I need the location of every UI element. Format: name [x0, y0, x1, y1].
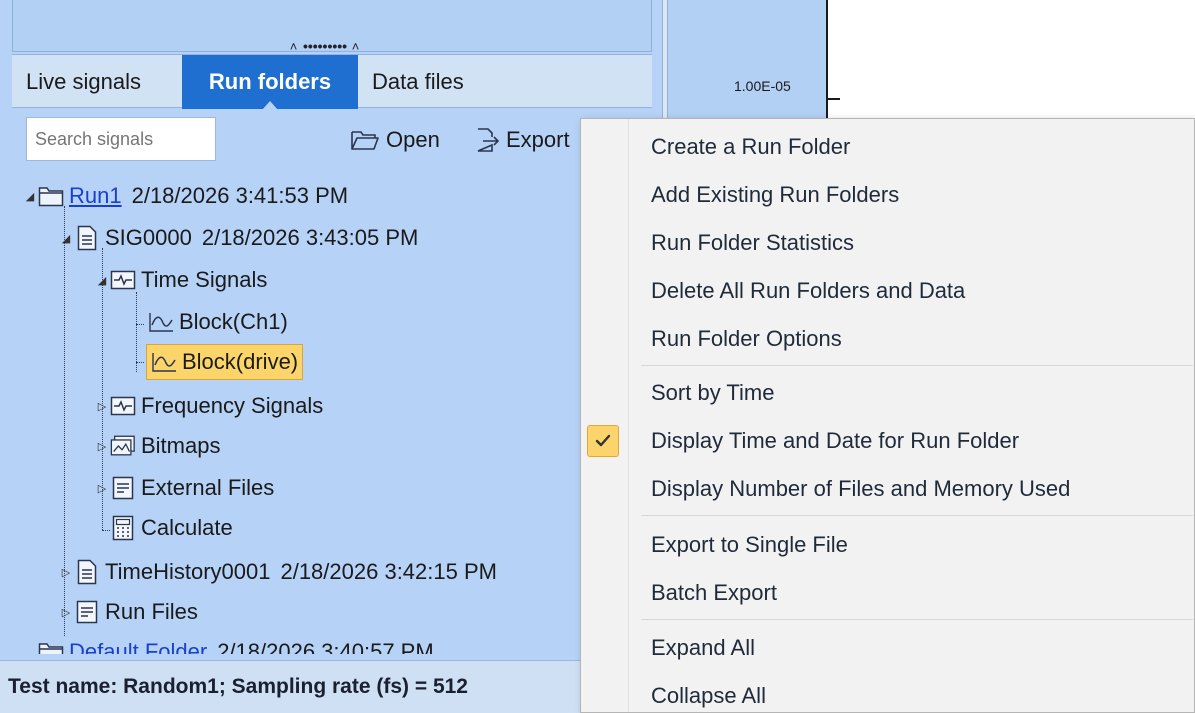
tab-live-signals[interactable]: Live signals [12, 55, 155, 109]
run-folder-tree: ◢ Run1 2/18/2026 3:41:53 PM ◢ SIG0000 2/… [12, 172, 652, 654]
run-folder-name[interactable]: Default Folder [69, 639, 207, 654]
signal-file-name: SIG0000 [105, 225, 192, 250]
export-label: Export [506, 127, 570, 152]
run-folder-timestamp: 2/18/2026 3:40:57 PM [217, 639, 434, 654]
menu-item-display-files-and-memory[interactable]: Display Number of Files and Memory Used [581, 469, 1194, 509]
document-icon [74, 225, 100, 251]
document-icon [74, 559, 100, 585]
tree-expanded-icon[interactable]: ◢ [60, 220, 72, 256]
menu-item-create-run-folder[interactable]: Create a Run Folder [581, 127, 1194, 167]
tab-data-files[interactable]: Data files [358, 55, 478, 109]
menu-item-collapse-all[interactable]: Collapse All [581, 676, 1194, 712]
run-files-label: Run Files [105, 599, 198, 624]
menu-item-label: Display Time and Date for Run Folder [651, 428, 1020, 453]
tree-item-time-signals[interactable]: ◢ Time Signals [96, 262, 268, 298]
signal-file-name: TimeHistory0001 [105, 559, 271, 584]
tree-collapsed-icon[interactable]: ▷ [96, 388, 108, 424]
signal-file-timestamp: 2/18/2026 3:42:15 PM [280, 559, 497, 584]
tree-item-run1[interactable]: ◢ Run1 2/18/2026 3:41:53 PM [24, 178, 348, 214]
menu-separator [641, 365, 1193, 366]
waveform-group-icon [110, 393, 136, 419]
export-file-icon [477, 128, 500, 152]
tree-item-run-files[interactable]: ▷ Run Files [60, 594, 198, 630]
menu-item-display-time-and-date[interactable]: Display Time and Date for Run Folder [581, 421, 1194, 461]
tab-run-folders[interactable]: Run folders [182, 55, 358, 110]
menu-separator [641, 619, 1193, 620]
export-button[interactable]: Export [474, 122, 570, 158]
calculator-icon [110, 515, 136, 541]
menu-item-sort-by-time[interactable]: Sort by Time [581, 373, 1194, 413]
menu-item-add-existing-run-folders[interactable]: Add Existing Run Folders [581, 175, 1194, 215]
tree-item-block-ch1[interactable]: Block(Ch1) [146, 304, 288, 340]
tree-collapsed-icon[interactable]: ▷ [60, 594, 72, 630]
menu-separator [641, 515, 1193, 516]
search-signals-input[interactable] [26, 117, 216, 161]
tree-guide-line [136, 292, 137, 372]
time-signal-icon [151, 349, 177, 375]
frequency-signals-label: Frequency Signals [141, 393, 324, 418]
signal-label: Block(drive) [182, 349, 299, 374]
folder-icon [38, 183, 64, 209]
tree-expanded-icon[interactable]: ◢ [24, 178, 36, 214]
menu-item-delete-all-run-folders[interactable]: Delete All Run Folders and Data [581, 271, 1194, 311]
run-folder-name[interactable]: Run1 [69, 183, 122, 209]
bitmap-icon [110, 433, 136, 459]
plot-axis-tick [828, 98, 840, 100]
panel-tabs: Live signals Run folders Data files [12, 54, 652, 110]
bitmaps-label: Bitmaps [141, 433, 221, 458]
tree-collapsed-icon[interactable]: ▷ [96, 428, 108, 464]
tree-collapsed-icon[interactable]: ▷ [60, 554, 72, 590]
open-button[interactable]: Open [350, 122, 440, 158]
menu-item-export-single-file[interactable]: Export to Single File [581, 525, 1194, 565]
time-signal-icon [148, 309, 174, 335]
tree-item-timehistory0001[interactable]: ▷ TimeHistory0001 2/18/2026 3:42:15 PM [60, 554, 497, 590]
plot-axis-label: 1.00E-05 [734, 78, 791, 94]
run-folders-panel: ˄ ••••••••• ˄ Live signals Run folders D… [0, 0, 662, 713]
tree-item-frequency-signals[interactable]: ▷ Frequency Signals [96, 388, 323, 424]
splitter-grip-icon: ••••••••• [302, 38, 348, 54]
tree-item-bitmaps[interactable]: ▷ Bitmaps [96, 428, 221, 464]
open-label: Open [386, 127, 440, 152]
folder-open-icon [351, 131, 379, 150]
waveform-group-icon [110, 267, 136, 293]
status-bar: Test name: Random1; Sampling rate (fs) =… [0, 660, 662, 713]
tree-item-block-drive[interactable]: Block(drive) [146, 344, 304, 380]
external-files-label: External Files [141, 475, 275, 500]
signal-label: Block(Ch1) [179, 309, 288, 334]
signal-file-timestamp: 2/18/2026 3:43:05 PM [201, 225, 419, 250]
file-list-icon [74, 599, 100, 625]
menu-item-run-folder-statistics[interactable]: Run Folder Statistics [581, 223, 1194, 263]
tree-item-external-files[interactable]: ▷ External Files [96, 470, 275, 506]
panel-splitter-handle[interactable]: ˄ ••••••••• ˄ [250, 38, 400, 54]
calculate-label: Calculate [141, 515, 233, 540]
tree-item-sig0000[interactable]: ◢ SIG0000 2/18/2026 3:43:05 PM [60, 220, 418, 256]
context-menu: Create a Run Folder Add Existing Run Fol… [580, 118, 1195, 713]
tree-guide-line [136, 324, 144, 325]
checkmark-icon [587, 425, 619, 457]
menu-item-batch-export[interactable]: Batch Export [581, 573, 1194, 613]
file-list-icon [110, 475, 136, 501]
tree-item-default-folder[interactable]: Default Folder 2/18/2026 3:40:57 PM [36, 634, 434, 654]
tree-expanded-icon[interactable]: ◢ [96, 262, 108, 298]
menu-item-expand-all[interactable]: Expand All [581, 628, 1194, 668]
time-signals-label: Time Signals [141, 267, 268, 292]
tree-collapsed-icon[interactable]: ▷ [96, 470, 108, 506]
folder-icon [38, 639, 64, 654]
tree-guide-line [136, 362, 144, 363]
tree-item-calculate[interactable]: Calculate [108, 510, 233, 546]
splitter-up-icon: ˄ [289, 39, 299, 54]
menu-item-run-folder-options[interactable]: Run Folder Options [581, 319, 1194, 359]
splitter-up-icon: ˄ [351, 39, 361, 54]
run-folder-timestamp: 2/18/2026 3:41:53 PM [131, 183, 349, 208]
